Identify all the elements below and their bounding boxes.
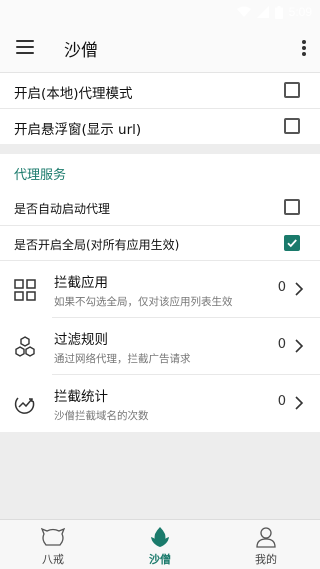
floating-window-checkbox[interactable] [284, 118, 300, 134]
nav-item-filter-rules[interactable]: 过滤规则 通过网络代理，拦截广告请求 0 [0, 318, 320, 374]
battery-icon [274, 5, 283, 19]
tab-label: 沙僧 [149, 553, 171, 566]
section-header: 代理服务 [14, 168, 67, 183]
nav-item-title: 拦截统计 [54, 389, 108, 405]
nav-item-count: 0 [277, 394, 286, 409]
nav-item-count: 0 [277, 280, 286, 295]
auto-start-checkbox[interactable] [284, 199, 300, 215]
chevron-right-icon [295, 282, 304, 296]
chevron-right-icon [295, 339, 304, 353]
bottom-navigation: 八戒 沙僧 我的 [0, 519, 320, 569]
global-checkbox[interactable] [284, 235, 300, 251]
wifi-icon [236, 6, 251, 17]
setting-row-global[interactable]: 是否开启全局(对所有应用生效) [0, 226, 320, 260]
app-title: 沙僧 [64, 41, 98, 61]
status-icons [236, 5, 283, 19]
trend-icon [14, 397, 35, 414]
status-bar: 5:09 [0, 0, 320, 24]
pig-icon [41, 527, 65, 546]
setting-label: 开启悬浮窗(显示 url) [14, 122, 142, 138]
hamburger-menu-icon[interactable] [16, 40, 34, 54]
tab-label: 我的 [255, 553, 277, 566]
tab-mine[interactable]: 我的 [226, 520, 306, 569]
nav-item-title: 过滤规则 [54, 332, 108, 348]
nav-item-intercept-apps[interactable]: 拦截应用 如果不勾选全局，仅对该应用列表生效 0 [0, 261, 320, 317]
chevron-right-icon [295, 396, 304, 410]
person-icon [256, 527, 276, 548]
setting-label: 是否自动启动代理 [14, 202, 111, 216]
setting-label: 是否开启全局(对所有应用生效) [14, 238, 180, 252]
tab-shaseng[interactable]: 沙僧 [120, 520, 200, 569]
nav-item-title: 拦截应用 [54, 275, 108, 291]
leaf-icon [151, 527, 169, 547]
app-toolbar: 沙僧 [0, 24, 320, 72]
tab-bajie[interactable]: 八戒 [13, 520, 93, 569]
more-options-icon[interactable] [302, 40, 306, 56]
grid-icon [14, 279, 36, 301]
checkmark-icon [287, 239, 297, 248]
setting-row-local-proxy[interactable]: 开启(本地)代理模式 [0, 73, 320, 108]
signal-icon [256, 6, 269, 18]
setting-row-floating-window[interactable]: 开启悬浮窗(显示 url) [0, 109, 320, 144]
nav-item-count: 0 [277, 337, 286, 352]
status-time: 5:09 [288, 5, 312, 19]
tab-label: 八戒 [42, 553, 64, 566]
nav-item-intercept-stats[interactable]: 拦截统计 沙僧拦截域名的次数 0 [0, 375, 320, 431]
settings-top-card: 开启(本地)代理模式 开启悬浮窗(显示 url) [0, 72, 320, 144]
nav-item-subtitle: 如果不勾选全局，仅对该应用列表生效 [54, 296, 233, 308]
nav-item-subtitle: 沙僧拦截域名的次数 [54, 410, 149, 422]
hexagons-icon [15, 336, 35, 357]
proxy-service-card: 代理服务 是否自动启动代理 是否开启全局(对所有应用生效) 拦截应用 如果不勾选… [0, 154, 320, 432]
setting-label: 开启(本地)代理模式 [14, 86, 133, 102]
setting-row-auto-start[interactable]: 是否自动启动代理 [0, 190, 320, 224]
nav-item-subtitle: 通过网络代理，拦截广告请求 [54, 353, 191, 365]
local-proxy-checkbox[interactable] [284, 82, 300, 98]
